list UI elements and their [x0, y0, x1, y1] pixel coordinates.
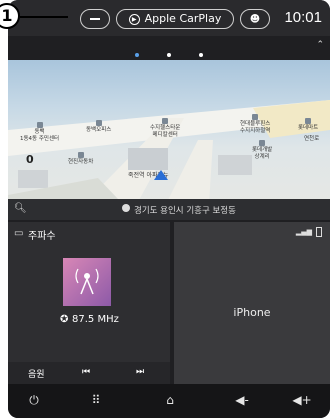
navigation-map[interactable]: 동백 1동4동 주민센터 동백오피스 수지헬스타운 메디칼센터 현대블루핀스 수지지하… — [8, 60, 330, 220]
radio-title: 주파수 — [28, 231, 56, 242]
top-status-bar: ▶ Apple CarPlay ☻ 10:01 — [8, 0, 330, 36]
poi-name: 동백오피스 — [86, 127, 112, 133]
minus-pill[interactable] — [80, 9, 110, 29]
building-icon — [259, 140, 266, 146]
poi-name: 연천로 — [304, 136, 320, 142]
skip-forward-icon[interactable]: ⏭ — [136, 367, 144, 377]
map-poi-label[interactable]: 연천로 — [304, 136, 319, 143]
collapse-chevron-icon[interactable]: ⌃ — [316, 40, 324, 50]
map-poi-label[interactable]: 현대블루핀스 수지지하철역 — [240, 114, 270, 135]
destination-search-bar[interactable]: 🔍︎ 경기도 용인시 기흥구 보정동 — [8, 199, 330, 220]
poi-sub: 1동4동 주민센터 — [20, 136, 60, 142]
map-poi-label[interactable]: 동백 1동4동 주민센터 — [20, 122, 59, 143]
poi-sub: 메디칼센터 — [152, 132, 178, 138]
home-icon[interactable]: ⌂ — [158, 393, 182, 407]
poi-name: 롯데개발 — [252, 147, 273, 153]
phone-widget[interactable]: ▂▄▆ iPhone — [174, 222, 330, 384]
signal-icon: ▂▄▆ — [295, 228, 312, 236]
building-icon — [95, 120, 102, 126]
page-dot-3[interactable] — [199, 53, 203, 57]
minus-icon — [90, 18, 100, 20]
poi-name: 동백 — [34, 129, 45, 135]
skip-back-icon[interactable]: ⏮ — [82, 367, 90, 377]
radio-widget[interactable]: ▭ 주파수 ✪ 87.5 MHz — [8, 222, 170, 362]
station-artwork — [63, 258, 111, 306]
frequency: 87.5 MHz — [72, 314, 119, 325]
poi-name: 롯데마트 — [298, 125, 319, 131]
phone-device-name: iPhone — [233, 306, 271, 319]
carplay-label: Apple CarPlay — [144, 12, 222, 25]
speed-readout: 0 — [26, 153, 34, 166]
play-circle-icon: ▶ — [128, 13, 140, 25]
clock: 10:01 — [284, 9, 322, 26]
map-poi-label[interactable]: 수지헬스타운 메디칼센터 — [150, 118, 180, 139]
driver-profile-button[interactable]: ☻ — [240, 9, 270, 29]
bottom-navigation-bar: ⏻ ⠿ ⌂ ◀- ◀+ — [8, 384, 330, 418]
infotainment-screen: ▶ Apple CarPlay ☻ 10:01 ⌃ 동백 1동4동 주민센터 동백오… — [8, 0, 330, 418]
building-icon — [36, 122, 43, 128]
poi-name: 수지헬스타운 — [150, 125, 181, 131]
volume-up-button[interactable]: ◀+ — [290, 393, 314, 407]
volume-down-button[interactable]: ◀- — [230, 393, 254, 407]
building-icon — [77, 152, 84, 158]
poi-name: 현진자동차 — [68, 159, 94, 165]
source-button[interactable]: 음원 — [28, 367, 45, 380]
search-icon[interactable]: 🔍︎ — [14, 203, 27, 214]
location-pin-icon — [122, 204, 130, 212]
antenna-icon — [75, 268, 99, 295]
map-poi-label[interactable]: 롯데마트 — [298, 118, 318, 132]
map-poi-label[interactable]: 동백오피스 — [86, 120, 111, 134]
page-indicator[interactable] — [8, 42, 330, 61]
media-controls: 음원 ⏮ ⏭ — [8, 362, 170, 384]
building-icon — [162, 118, 169, 124]
grid-icon[interactable]: ⠿ — [84, 393, 108, 407]
callout-leader-line — [20, 16, 68, 18]
vehicle-position-icon — [154, 170, 168, 180]
apple-carplay-button[interactable]: ▶ Apple CarPlay — [116, 9, 234, 29]
page-dot-1[interactable] — [135, 53, 139, 57]
poi-sub: 상계리 — [254, 154, 270, 160]
map-poi-label[interactable]: 현진자동차 — [68, 152, 93, 166]
poi-sub: 수지지하철역 — [240, 128, 271, 134]
poi-name: 현대블루핀스 — [240, 121, 271, 127]
power-icon[interactable]: ⏻ — [22, 393, 46, 408]
current-address: 경기도 용인시 기흥구 보정동 — [134, 206, 236, 216]
driver-profile-icon: ☻ — [249, 14, 261, 25]
radio-icon: ▭ — [14, 228, 24, 239]
map-poi-label[interactable]: 롯데개발 상계리 — [252, 140, 272, 161]
building-icon — [305, 118, 312, 124]
star-icon[interactable]: ✪ — [60, 314, 68, 325]
page-dot-2[interactable] — [167, 53, 171, 57]
battery-icon — [316, 227, 322, 237]
building-icon — [252, 114, 259, 120]
